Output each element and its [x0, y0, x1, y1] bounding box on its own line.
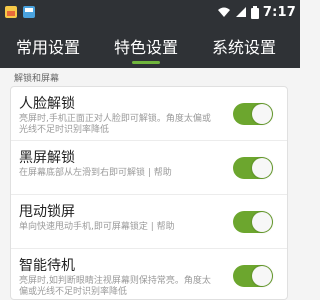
setting-row-face-unlock[interactable]: 人脸解锁 亮屏时,手机正面正对人脸即可解锁。角度太偏或光线不足时识别率降低: [11, 87, 287, 141]
signal-icon: [235, 6, 247, 18]
setting-title: 智能待机: [19, 258, 75, 274]
shake-lock-toggle[interactable]: [233, 211, 273, 233]
setting-title: 甩动锁屏: [19, 204, 75, 220]
setting-description: 亮屏时,如判断眼睛注视屏幕则保持常亮。角度太偏或光线不足时识别率降低: [19, 276, 211, 297]
tab-feature-settings[interactable]: 特色设置: [106, 24, 186, 68]
setting-description: 在屏幕底部从左滑到右即可解锁 | 帮助: [19, 168, 172, 178]
setting-row-shake-lock[interactable]: 甩动锁屏 单向快速甩动手机,即可屏幕锁定 | 帮助: [11, 195, 287, 249]
setting-row-smart-standby[interactable]: 智能待机 亮屏时,如判断眼睛注视屏幕则保持常亮。角度太偏或光线不足时识别率降低: [11, 249, 287, 299]
setting-row-screen-off-unlock[interactable]: 黑屏解锁 在屏幕底部从左滑到右即可解锁 | 帮助: [11, 141, 287, 195]
clock: 7:17: [262, 4, 296, 20]
tab-common-settings[interactable]: 常用设置: [8, 24, 88, 68]
face-unlock-toggle[interactable]: [233, 103, 273, 125]
setting-title: 人脸解锁: [19, 96, 75, 112]
battery-icon: [250, 5, 259, 19]
toggle-knob: [252, 104, 272, 124]
toggle-knob: [252, 158, 272, 178]
wifi-icon: [217, 6, 231, 18]
screen-off-unlock-toggle[interactable]: [233, 157, 273, 179]
tab-system-settings[interactable]: 系统设置: [204, 24, 284, 68]
smart-standby-toggle[interactable]: [233, 265, 273, 287]
section-header: 解锁和屏幕: [0, 68, 300, 86]
toggle-knob: [252, 266, 272, 286]
tab-bar: 常用设置 特色设置 系统设置: [0, 24, 300, 68]
settings-card: 人脸解锁 亮屏时,手机正面正对人脸即可解锁。角度太偏或光线不足时识别率降低 黑屏…: [10, 86, 288, 300]
toggle-knob: [252, 212, 272, 232]
app-notification-icon: [4, 5, 18, 19]
status-bar: 7:17: [0, 0, 300, 24]
setting-title: 黑屏解锁: [19, 150, 75, 166]
app-notification-icon: [22, 5, 36, 19]
setting-description: 单向快速甩动手机,即可屏幕锁定 | 帮助: [19, 222, 175, 232]
setting-description: 亮屏时,手机正面正对人脸即可解锁。角度太偏或光线不足时识别率降低: [19, 114, 211, 135]
